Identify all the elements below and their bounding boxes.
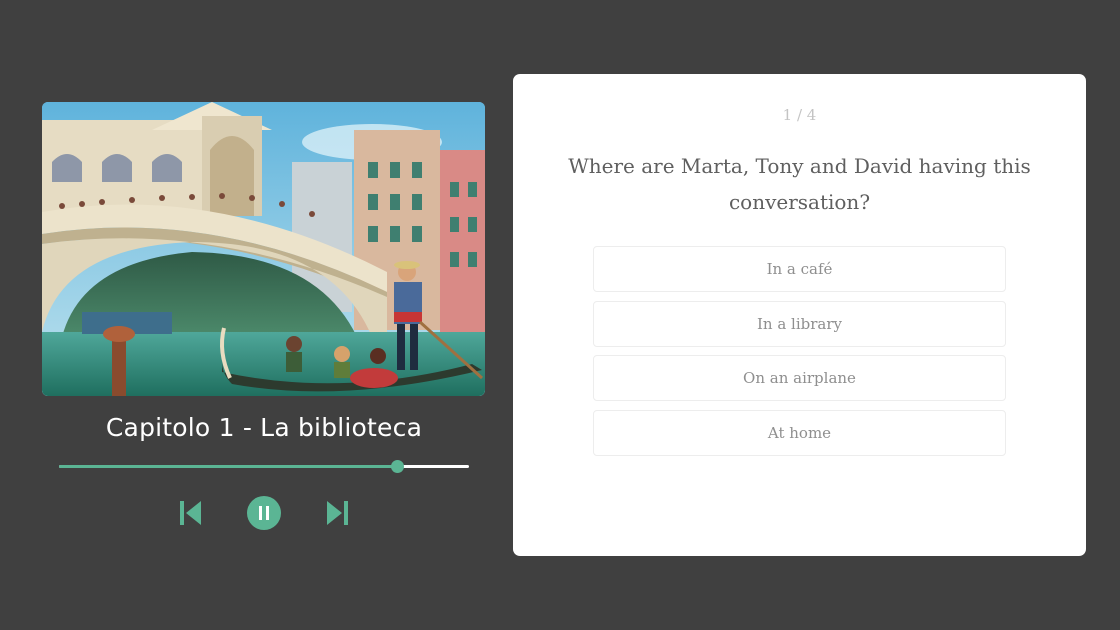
skip-previous-icon [180,501,201,525]
pause-icon [247,496,281,530]
answer-option[interactable]: In a library [593,300,1006,347]
answer-option[interactable]: In a café [593,246,1006,292]
venice-gondola-illustration [42,102,485,396]
next-button[interactable] [325,500,349,526]
previous-button[interactable] [179,500,203,526]
cover-image [42,102,485,396]
playback-controls [42,496,486,530]
chapter-title: Capitolo 1 - La biblioteca [105,413,423,442]
progress-handle[interactable] [391,460,405,473]
quiz-card: 1 / 4 Where are Marta, Tony and David ha… [513,74,1086,556]
question-text: Where are Marta, Tony and David having t… [568,154,1031,214]
question-counter: 1 / 4 [782,106,817,124]
progress-slider[interactable] [59,460,469,474]
audio-player: Capitolo 1 - La biblioteca [42,102,486,530]
progress-fill [59,465,398,468]
skip-next-icon [327,501,348,525]
app-root: Capitolo 1 - La biblioteca 1 / 4 Where a… [0,0,1120,630]
answer-option[interactable]: At home [593,409,1006,456]
answer-options: In a café In a library On an airplane At… [593,246,1006,464]
answer-option[interactable]: On an airplane [593,355,1006,401]
pause-button[interactable] [247,496,281,530]
